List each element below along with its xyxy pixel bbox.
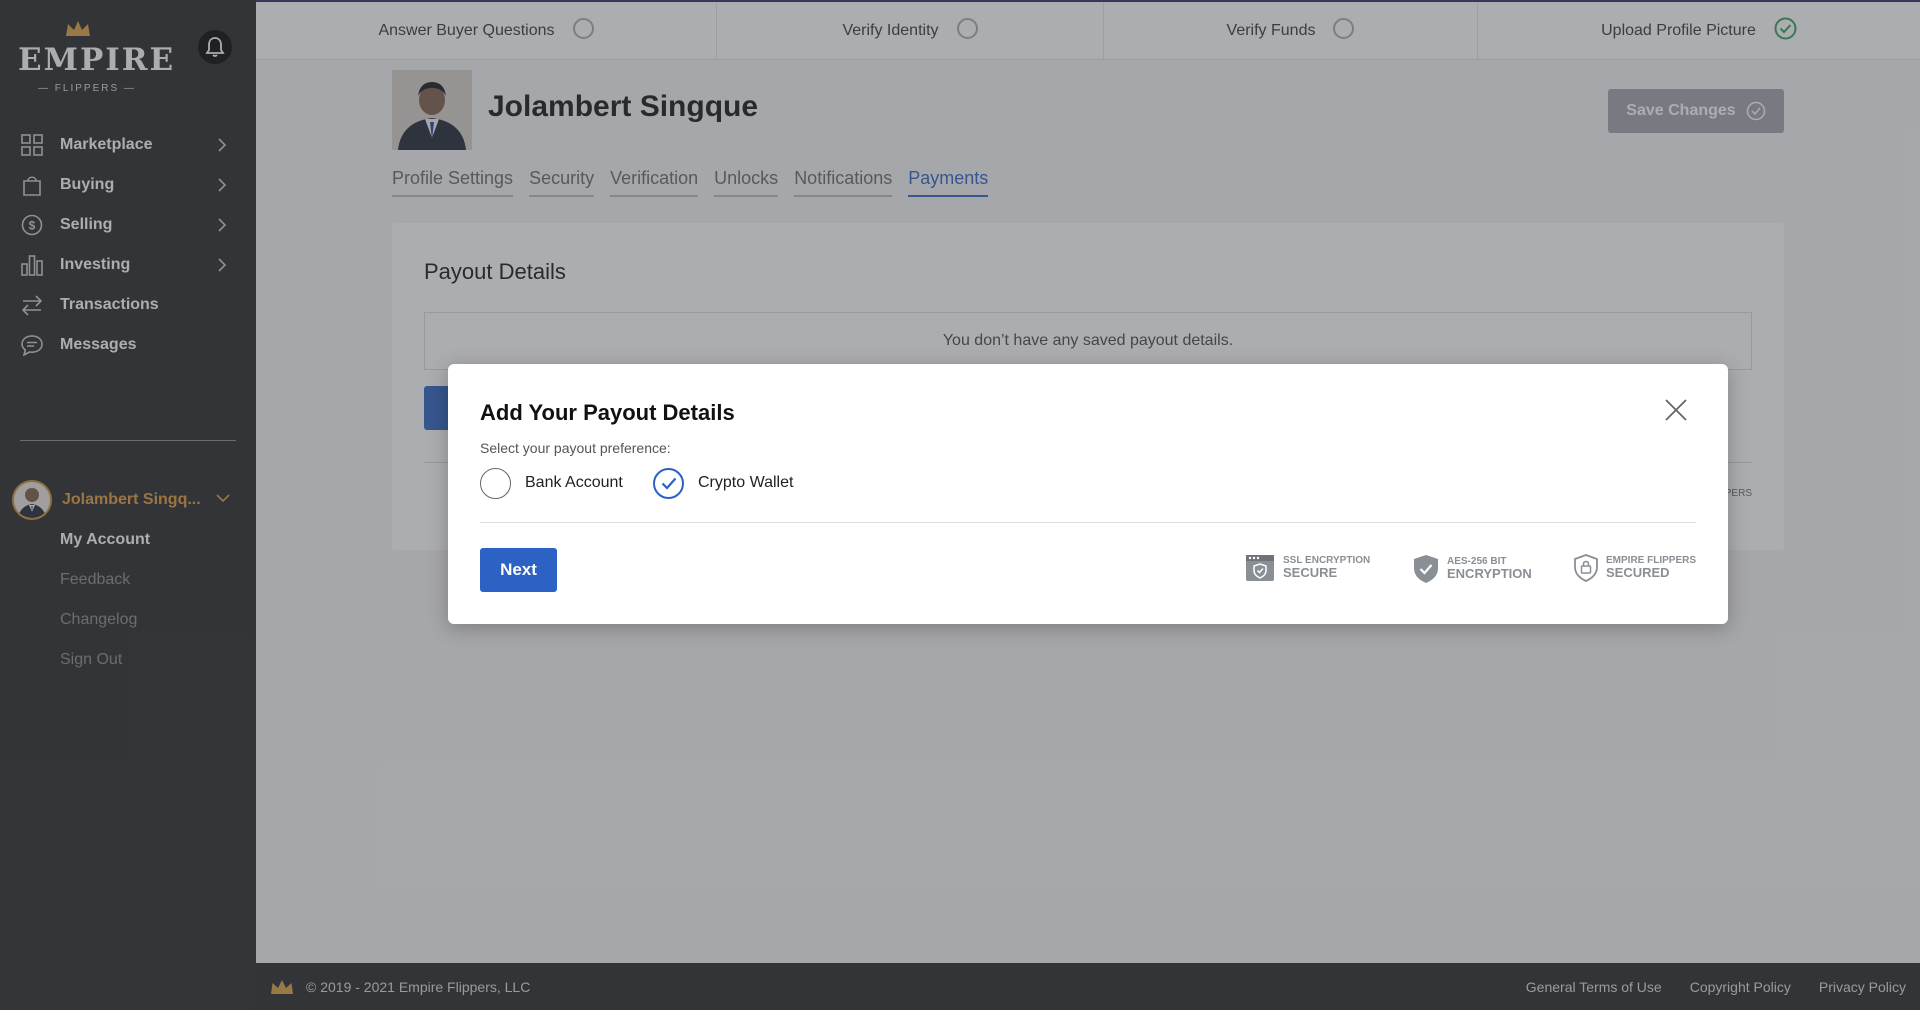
- option-crypto-wallet[interactable]: Crypto Wallet: [653, 467, 793, 499]
- payout-details-modal: Add Your Payout Details Select your payo…: [448, 364, 1728, 624]
- empire-flippers-secured-badge: EMPIRE FLIPPERS SECURED: [1574, 554, 1696, 582]
- badge-big-text: SECURED: [1606, 565, 1670, 581]
- shield-check-icon: [1414, 555, 1438, 583]
- radio-checked[interactable]: [653, 467, 684, 499]
- badge-big-text: ENCRYPTION: [1447, 566, 1532, 582]
- option-bank-account[interactable]: Bank Account: [480, 467, 623, 499]
- option-label: Crypto Wallet: [698, 474, 794, 491]
- radio-unchecked[interactable]: [480, 467, 511, 499]
- checkmark-icon: [661, 477, 676, 490]
- modal-subtitle: Select your payout preference:: [480, 440, 671, 456]
- option-label: Bank Account: [525, 474, 623, 491]
- modal-divider: [480, 522, 1696, 523]
- modal-title: Add Your Payout Details: [480, 400, 735, 425]
- ssl-secure-badge: SSL ENCRYPTION SECURE: [1245, 554, 1370, 582]
- aes-encryption-badge: AES-256 BIT ENCRYPTION: [1413, 554, 1532, 584]
- lock-shield-icon: [1574, 554, 1598, 582]
- next-button[interactable]: Next: [480, 548, 557, 592]
- browser-shield-icon: [1246, 555, 1274, 581]
- close-icon[interactable]: [1664, 398, 1688, 422]
- badge-big-text: SECURE: [1283, 565, 1338, 581]
